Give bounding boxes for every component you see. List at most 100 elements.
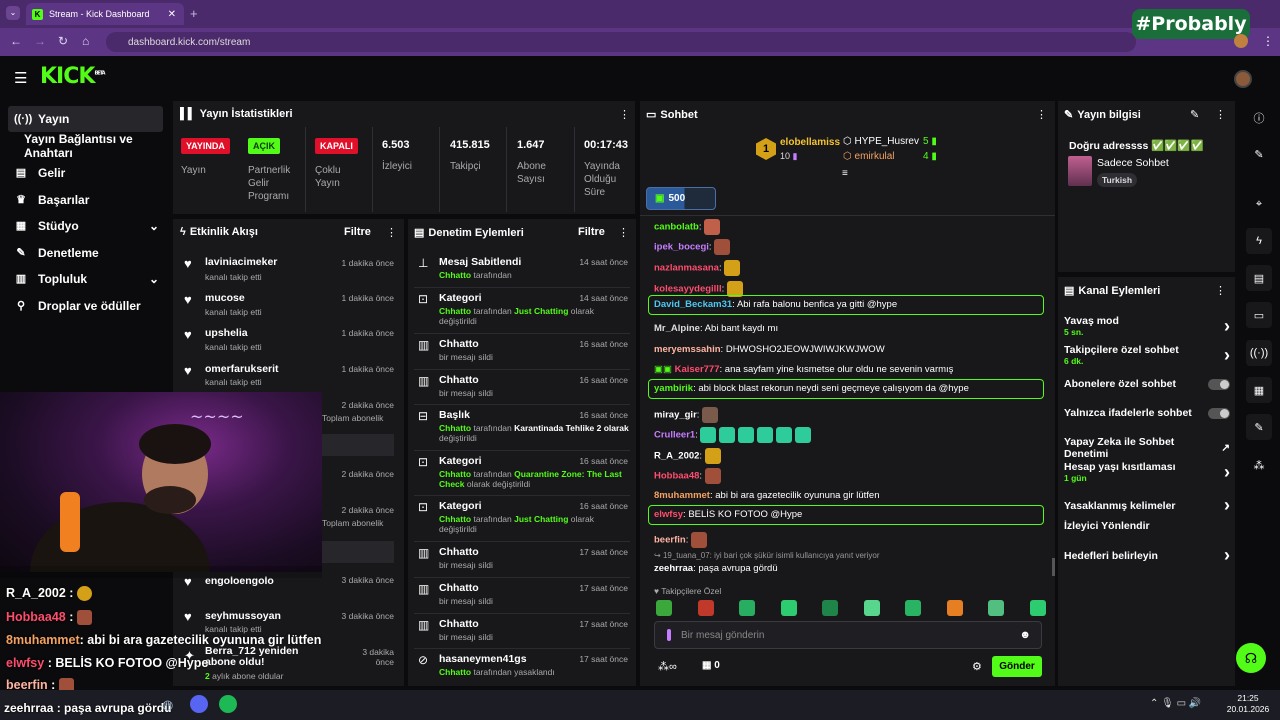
user-avatar[interactable] — [1234, 70, 1252, 88]
support-headset-icon[interactable]: ☊ — [1236, 643, 1266, 673]
channel-points-icon[interactable]: ⁂∞ — [658, 660, 677, 673]
sidebar-item-droplar[interactable]: ⚲ Droplar ve ödüller — [8, 293, 163, 318]
profile-avatar[interactable] — [1234, 34, 1248, 48]
tray-icons[interactable]: ⌃ 🎙 ▭ 🔊 — [1150, 698, 1201, 709]
discord-icon[interactable] — [190, 695, 208, 713]
sidebar-item-gelir[interactable]: ▤ Gelir — [8, 160, 163, 185]
stream-info-menu-icon[interactable]: ⋮ — [1215, 108, 1226, 121]
emote-icon[interactable] — [905, 600, 922, 616]
emote-icon[interactable] — [697, 600, 714, 616]
toggle-switch — [1208, 407, 1230, 419]
emoji-icon[interactable]: ☻ — [1019, 629, 1031, 641]
broadcast-icon[interactable]: ((·)) — [1246, 340, 1272, 366]
emote-icon — [757, 427, 774, 443]
edit-pencil-icon[interactable]: ✎ — [1190, 108, 1199, 121]
multistream-label: Çoklu Yayın — [315, 165, 341, 189]
emote-icon[interactable] — [946, 600, 963, 616]
expand-leaderboard-icon[interactable]: ≡ — [842, 168, 848, 179]
back-icon[interactable]: ← — [10, 34, 22, 48]
activity-item-sub: Toplam abonelik — [322, 413, 384, 423]
emote-icon — [700, 427, 717, 443]
chat-message: David_Beckam31: Abi rafa balonu benfica … — [654, 299, 898, 310]
emote-icon[interactable] — [739, 600, 756, 616]
uptime-label: Yayında Olduğu Süre — [584, 161, 620, 198]
forward-icon[interactable]: → — [34, 34, 46, 48]
edit-icon[interactable]: ✎ — [1246, 141, 1272, 167]
gift-count[interactable]: ▦ 0 — [702, 660, 720, 671]
bolt-icon: ϟ — [180, 226, 186, 238]
emote-icon[interactable] — [822, 600, 839, 616]
chevron-down-icon: ⌄ — [148, 218, 159, 233]
sidebar-item-basarilar[interactable]: ♛ Başarılar — [8, 187, 163, 212]
activity-item-sub: kanalı takip etti — [205, 272, 262, 282]
sidebar-item-topluluk[interactable]: ▥ Topluluk ⌄ — [8, 266, 163, 291]
channel-action-item[interactable]: Yasaklanmış kelimeler › — [1064, 495, 1230, 516]
channel-action-item[interactable]: Takipçilere özel sohbet 6 dk. › — [1064, 344, 1230, 366]
emote-icon[interactable] — [1029, 600, 1046, 616]
close-tab-icon[interactable]: ✕ — [168, 9, 176, 20]
send-button[interactable]: Gönder — [992, 656, 1042, 677]
spotify-icon[interactable] — [219, 695, 237, 713]
activity-item-time: 1 dakika önce — [341, 293, 394, 303]
chat-menu-icon[interactable]: ⋮ — [1036, 108, 1047, 121]
activity-filter-button[interactable]: Filtre — [344, 226, 371, 238]
wrench-icon[interactable]: ✎ — [1246, 414, 1272, 440]
moderation-item-title: Kategori — [439, 500, 482, 512]
chevron-right-icon: › — [1224, 315, 1230, 336]
channel-action-item[interactable]: İzleyici Yönlendir — [1064, 520, 1230, 532]
sidebar-item-stream-key[interactable]: Yayın Bağlantısı ve Anahtarı — [8, 132, 163, 160]
wrench-icon: ✎ — [1064, 109, 1074, 121]
url-input[interactable]: dashboard.kick.com/stream — [106, 32, 1136, 52]
subs-label: Abone Sayısı — [517, 161, 546, 185]
channel-action-item[interactable]: Yalnızca ifadelerle sohbet — [1064, 407, 1230, 419]
info-icon[interactable]: ⓘ — [1246, 105, 1272, 131]
moderation-filter-button[interactable]: Filtre — [578, 226, 605, 238]
community-icon: ▥ — [15, 273, 27, 285]
emote-icon[interactable] — [863, 600, 880, 616]
moderation-item-title: Chhatto — [439, 582, 479, 594]
chat-icon[interactable]: ▭ — [1246, 302, 1272, 328]
goal-progress[interactable]: ▣ 500 — [646, 187, 716, 210]
chat-input[interactable]: Bir mesaj gönderin ☻ — [654, 621, 1042, 649]
bolt-icon[interactable]: ϟ — [1246, 228, 1272, 254]
moderation-item-title: Chhatto — [439, 546, 479, 558]
focus-icon[interactable]: ⌖ — [1246, 191, 1272, 217]
moderation-menu-icon[interactable]: ⋮ — [618, 226, 629, 239]
moderation-item-time: 17 saat önce — [579, 654, 628, 664]
sidebar-item-studyo[interactable]: ▦ Stüdyo ⌄ — [8, 213, 163, 238]
category-name[interactable]: Sadece Sohbet — [1097, 157, 1169, 169]
emote-icon[interactable] — [656, 600, 672, 616]
stats-menu-icon[interactable]: ⋮ — [619, 108, 630, 121]
activity-title: ϟ Etkinlik Akışı — [180, 226, 258, 238]
channel-action-item[interactable]: Abonelere özel sohbet — [1064, 378, 1230, 390]
chat-settings-gear-icon[interactable]: ⚙ — [972, 660, 982, 673]
activity-menu-icon[interactable]: ⋮ — [386, 226, 397, 239]
browser-tab[interactable]: K Stream - Kick Dashboard ✕ — [26, 3, 184, 25]
notes-icon[interactable]: ▤ — [1246, 265, 1272, 291]
reload-icon[interactable]: ↻ — [58, 34, 68, 48]
channel-action-item[interactable]: Yapay Zeka ile Sohbet Denetimi ↗ — [1064, 436, 1230, 460]
tab-menu-icon[interactable]: ⌄ — [6, 6, 20, 20]
cursor-marker — [667, 629, 671, 641]
emote-icon[interactable] — [988, 600, 1005, 616]
emote-icon[interactable] — [780, 600, 797, 616]
steam-icon[interactable]: ◍ — [162, 697, 173, 713]
channel-action-item[interactable]: Yavaş mod 5 sn. › — [1064, 315, 1230, 337]
hamburger-menu-icon[interactable]: ☰ — [14, 69, 27, 87]
channel-action-item[interactable]: Hesap yaşı kısıtlaması 1 gün › — [1064, 461, 1230, 483]
sidebar-item-yayin[interactable]: ((·)) Yayın — [8, 106, 163, 131]
layout-icon[interactable]: ▦ — [1246, 377, 1272, 403]
sidebar-item-denetleme[interactable]: ✎ Denetleme — [8, 240, 163, 265]
chat-title: ▭ Sohbet — [646, 109, 698, 121]
activity-item-name: Berra_712 yeniden abone oldu! — [205, 645, 299, 668]
channel-actions-menu-icon[interactable]: ⋮ — [1215, 284, 1226, 297]
new-tab-icon[interactable]: + — [190, 6, 198, 21]
live-badge: YAYINDA — [181, 138, 230, 154]
browser-menu-icon[interactable]: ⋮ — [1262, 34, 1274, 48]
home-icon[interactable]: ⌂ — [82, 34, 89, 48]
viewers-label: İzleyici — [382, 161, 413, 172]
points-icon[interactable]: ⁂ — [1246, 452, 1272, 478]
kick-logo[interactable]: KICKBETA — [40, 64, 106, 89]
multistream-badge: KAPALI — [315, 138, 358, 154]
channel-action-item[interactable]: Hedefleri belirleyin › — [1064, 545, 1230, 566]
